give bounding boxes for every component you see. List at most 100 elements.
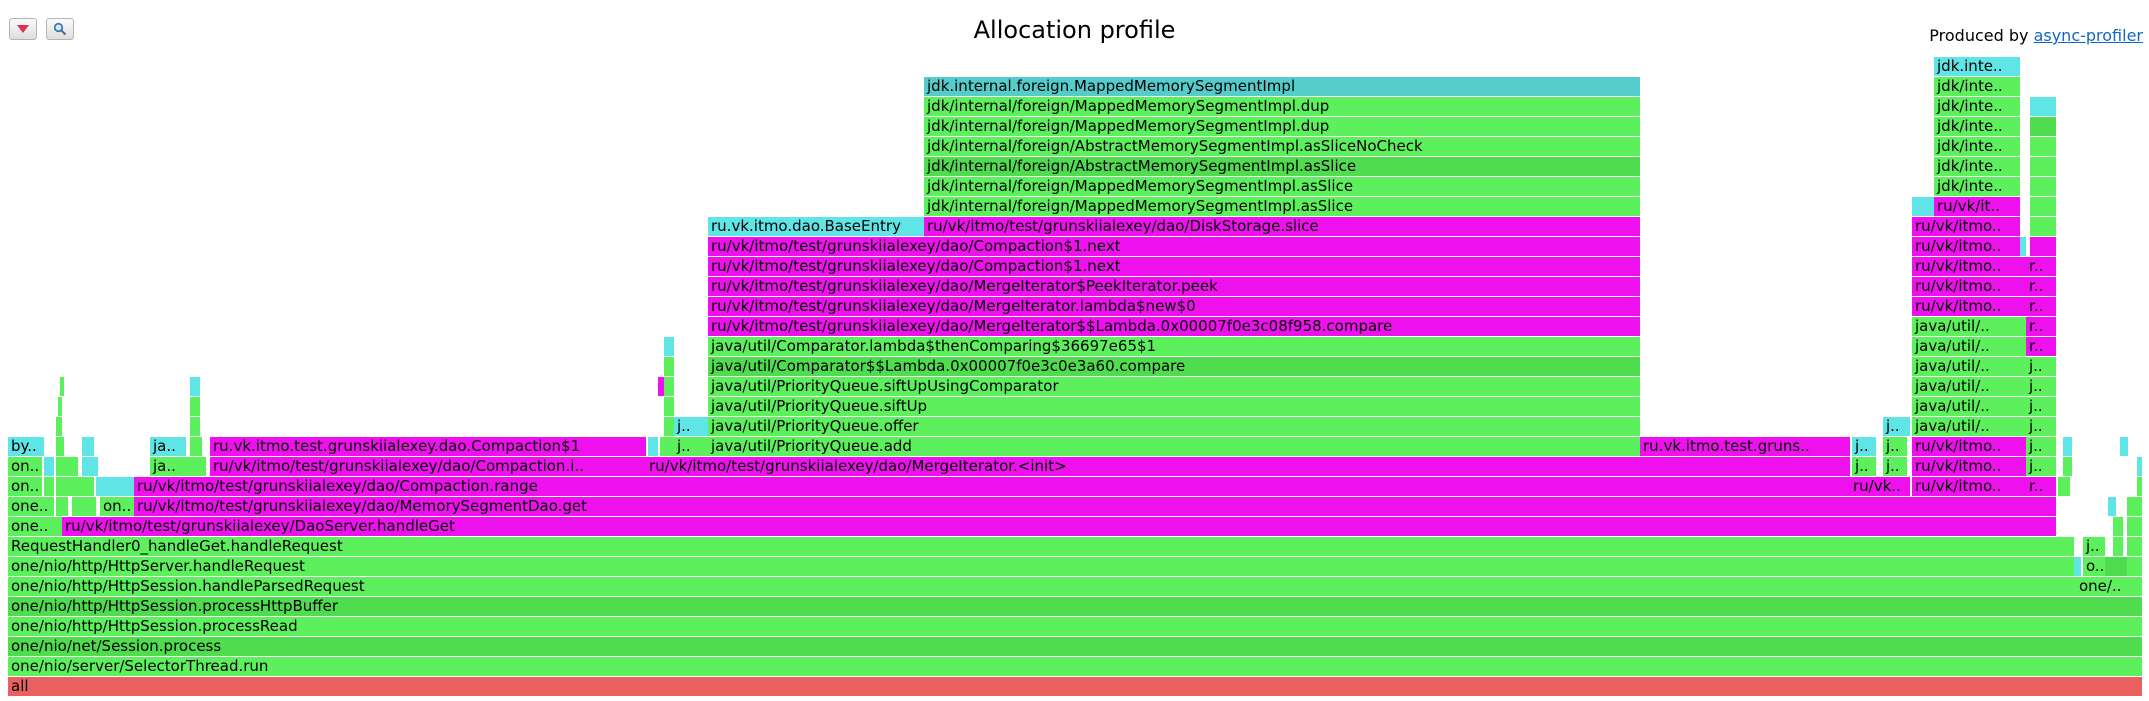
flame-frame[interactable] xyxy=(44,457,54,476)
flame-frame[interactable]: on.. xyxy=(8,477,42,496)
flame-frame[interactable]: ru/vk/itmo/test/grunskiialexey/dao/Memor… xyxy=(134,497,2056,516)
flame-frame[interactable]: r.. xyxy=(2026,277,2056,296)
flame-frame[interactable] xyxy=(2137,477,2142,496)
flame-frame[interactable]: ru/vk/itmo/test/grunskiialexey/dao/Merge… xyxy=(708,317,1640,336)
flame-frame[interactable]: jdk/internal/foreign/MappedMemorySegment… xyxy=(924,97,1640,116)
flame-frame[interactable] xyxy=(2127,557,2142,576)
flame-frame[interactable]: ru/vk/itmo/test/grunskiialexey/dao/Merge… xyxy=(708,277,1640,296)
flame-frame[interactable]: jdk/inte.. xyxy=(1934,77,2020,96)
flame-frame[interactable]: j.. xyxy=(1883,457,1907,476)
flame-frame[interactable]: jdk/inte.. xyxy=(1934,97,2020,116)
flame-frame[interactable] xyxy=(2108,497,2116,516)
flame-frame[interactable]: by.. xyxy=(8,437,44,456)
flame-frame[interactable] xyxy=(2030,157,2056,176)
flame-frame[interactable]: ja.. xyxy=(150,437,186,456)
flame-frame[interactable] xyxy=(664,397,674,416)
flame-frame[interactable] xyxy=(190,417,200,436)
flame-frame[interactable] xyxy=(2030,97,2056,116)
flame-frame[interactable]: on.. xyxy=(100,497,134,516)
flame-frame[interactable] xyxy=(2030,137,2056,156)
flame-frame[interactable]: j.. xyxy=(674,437,708,456)
flame-frame[interactable]: ru/vk/itmo/test/grunskiialexey/dao/Compa… xyxy=(708,237,1640,256)
flame-frame[interactable] xyxy=(660,437,674,456)
flame-frame[interactable] xyxy=(2113,517,2123,536)
flame-frame[interactable]: ja.. xyxy=(150,457,190,476)
flame-frame[interactable]: one/nio/http/HttpSession.processRead xyxy=(8,617,2142,636)
flame-frame[interactable]: ru.vk.itmo.test.grunskiialexey.dao.Compa… xyxy=(210,437,646,456)
flame-frame[interactable] xyxy=(2127,497,2142,516)
flame-frame[interactable]: j.. xyxy=(2026,457,2056,476)
flame-frame[interactable] xyxy=(72,497,96,516)
flame-frame[interactable] xyxy=(56,457,78,476)
flame-frame[interactable] xyxy=(58,397,62,416)
flame-frame[interactable]: one/nio/net/Session.process xyxy=(8,637,2142,656)
flame-frame[interactable] xyxy=(2058,477,2070,496)
flame-frame[interactable]: r.. xyxy=(2026,297,2056,316)
flame-frame[interactable]: jdk/inte.. xyxy=(1934,157,2020,176)
flame-frame[interactable]: j.. xyxy=(2026,417,2056,436)
flame-frame[interactable] xyxy=(2120,437,2128,456)
flame-frame[interactable] xyxy=(82,437,94,456)
flame-frame[interactable]: RequestHandler0_handleGet.handleRequest xyxy=(8,537,2074,556)
flame-frame[interactable] xyxy=(1912,197,1934,216)
flame-frame[interactable]: j.. xyxy=(1852,437,1876,456)
flame-frame[interactable]: ru/vk/itmo/test/grunskiialexey/dao/DiskS… xyxy=(924,217,1640,236)
flame-frame[interactable]: ru/vk/itmo/test/grunskiialexey/dao/Compa… xyxy=(210,457,646,476)
flame-frame[interactable]: j.. xyxy=(1883,417,1910,436)
flame-frame[interactable] xyxy=(44,477,54,496)
flame-frame[interactable]: on.. xyxy=(8,457,42,476)
flame-frame[interactable]: one/nio/http/HttpSession.handleParsedReq… xyxy=(8,577,2076,596)
flame-frame[interactable] xyxy=(2030,177,2056,196)
flame-frame[interactable]: j.. xyxy=(2026,437,2056,456)
flame-frame[interactable]: one/nio/http/HttpServer.handleRequest xyxy=(8,557,2074,576)
flame-frame[interactable] xyxy=(2113,537,2123,556)
flame-frame[interactable]: ru/vk/itmo/test/grunskiialexey/DaoServer… xyxy=(62,517,2056,536)
producer-link[interactable]: async-profiler xyxy=(2034,26,2143,45)
flame-frame[interactable]: java/util/.. xyxy=(1912,357,2026,376)
flame-frame[interactable]: r.. xyxy=(2026,317,2056,336)
flame-frame[interactable] xyxy=(2030,117,2056,136)
flame-frame[interactable]: one/.. xyxy=(2076,577,2142,596)
flame-frame[interactable]: java/util/.. xyxy=(1912,397,2026,416)
flame-frame[interactable] xyxy=(2127,537,2142,556)
flame-frame[interactable] xyxy=(2030,197,2056,216)
flame-frame[interactable]: java/util/PriorityQueue.siftUp xyxy=(708,397,1640,416)
flame-frame[interactable]: one/nio/http/HttpSession.processHttpBuff… xyxy=(8,597,2142,616)
flame-frame[interactable]: java/util/Comparator$$Lambda.0x00007f0e3… xyxy=(708,357,1640,376)
flame-frame[interactable] xyxy=(190,377,200,396)
flame-frame[interactable]: java/util/.. xyxy=(1912,317,2026,336)
flame-frame[interactable]: r.. xyxy=(2026,257,2056,276)
flame-frame[interactable]: j.. xyxy=(2026,357,2056,376)
flame-frame[interactable] xyxy=(60,377,64,396)
flame-frame[interactable] xyxy=(56,437,64,456)
flame-frame[interactable]: one.. xyxy=(8,497,54,516)
flame-frame[interactable] xyxy=(190,457,206,476)
flame-frame[interactable]: jdk/internal/foreign/MappedMemorySegment… xyxy=(924,117,1640,136)
flame-frame[interactable] xyxy=(664,417,674,436)
flame-frame[interactable]: ru/vk/itmo.. xyxy=(1912,257,2026,276)
flame-frame[interactable]: ru.vk.itmo.test.gruns.. xyxy=(1640,437,1850,456)
flame-frame[interactable]: java/util/Comparator.lambda$thenComparin… xyxy=(708,337,1640,356)
flame-frame[interactable]: one/nio/server/SelectorThread.run xyxy=(8,657,2142,676)
flame-frame[interactable]: jdk/inte.. xyxy=(1934,117,2020,136)
flame-frame[interactable]: j.. xyxy=(2026,397,2056,416)
flame-frame[interactable]: j.. xyxy=(2083,537,2105,556)
flame-frame[interactable]: ru/vk/itmo/test/grunskiialexey/dao/Compa… xyxy=(134,477,1850,496)
flame-frame[interactable]: ru/vk/itmo.. xyxy=(1912,277,2026,296)
flame-frame[interactable]: j.. xyxy=(1852,457,1876,476)
flame-frame[interactable]: ru.vk.itmo.dao.BaseEntry xyxy=(708,217,924,236)
flame-frame[interactable]: ru/vk/itmo/test/grunskiialexey/dao/Merge… xyxy=(708,297,1640,316)
flame-frame[interactable]: jdk/inte.. xyxy=(1934,177,2020,196)
flame-frame[interactable] xyxy=(56,417,62,436)
flame-frame[interactable]: ru/vk/itmo.. xyxy=(1912,477,2026,496)
flame-frame[interactable]: ru/vk/itmo.. xyxy=(1912,237,2020,256)
flame-frame[interactable]: ru/vk/itmo/test/grunskiialexey/dao/Compa… xyxy=(708,257,1640,276)
flame-frame[interactable]: java/util/.. xyxy=(1912,337,2026,356)
flame-frame[interactable]: j.. xyxy=(2026,377,2056,396)
flame-frame[interactable]: java/util/.. xyxy=(1912,377,2026,396)
flame-frame[interactable]: r.. xyxy=(2026,477,2056,496)
flame-frame[interactable]: java/util/PriorityQueue.siftUpUsingCompa… xyxy=(708,377,1640,396)
flame-frame[interactable]: ru/vk/itmo.. xyxy=(1912,437,2026,456)
flame-frame[interactable]: jdk/inte.. xyxy=(1934,137,2020,156)
flame-frame[interactable]: o.. xyxy=(2083,557,2105,576)
